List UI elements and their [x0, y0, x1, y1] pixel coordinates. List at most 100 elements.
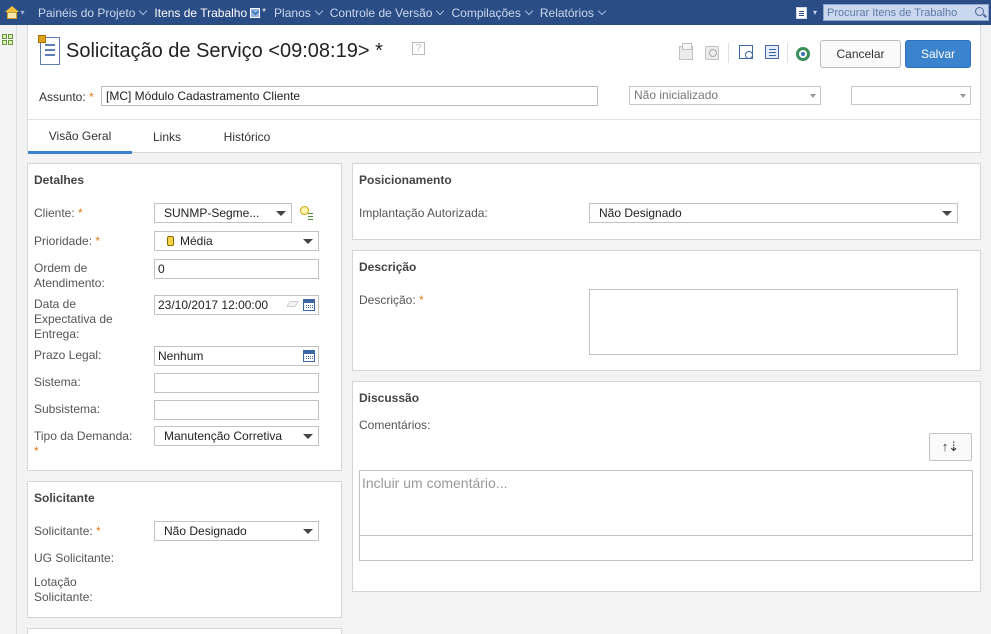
sistema-label: Sistema:: [34, 375, 81, 389]
chevron-down-icon: [597, 6, 607, 15]
chevron-down-icon: [303, 239, 313, 244]
calendar-icon[interactable]: [303, 350, 315, 362]
required-marker: *: [89, 90, 94, 104]
solicitante-label-text: Solicitante:: [34, 524, 93, 538]
next-panel-edge: [27, 628, 342, 634]
dashboard-grid-icon[interactable]: [2, 34, 14, 46]
data-entrega-input[interactable]: 23/10/2017 12:00:00: [154, 295, 319, 315]
chevron-down-icon[interactable]: ▾: [813, 8, 817, 17]
prazo-label: Prazo Legal:: [34, 348, 102, 362]
nav-planos[interactable]: Planos: [274, 5, 323, 20]
lightbulb-icon[interactable]: [299, 206, 313, 221]
nav-label: Painéis do Projeto: [38, 5, 136, 20]
descricao-textarea[interactable]: [589, 289, 958, 355]
eraser-icon[interactable]: [286, 301, 299, 307]
page-title: Solicitação de Serviço <09:08:19> *: [66, 40, 383, 62]
help-icon[interactable]: ?: [412, 42, 425, 55]
subsistema-input[interactable]: [154, 400, 319, 420]
status-select[interactable]: Não inicializado: [629, 86, 821, 105]
home-icon: [5, 5, 20, 20]
chevron-down-icon: [303, 529, 313, 534]
nav-painel-projeto[interactable]: Painéis do Projeto: [38, 5, 148, 20]
data-label-line: Data de: [34, 297, 77, 311]
ordem-input[interactable]: 0: [154, 259, 319, 279]
dropdown-badge-icon[interactable]: [250, 7, 261, 18]
tab-visao-geral[interactable]: Visão Geral: [28, 120, 132, 154]
nav-compilacoes[interactable]: Compilações: [451, 6, 534, 20]
subsistema-label: Subsistema:: [34, 402, 101, 416]
prioridade-label: Prioridade: *: [34, 234, 100, 249]
chevron-down-icon: [810, 94, 816, 98]
save-button[interactable]: Salvar: [905, 40, 971, 68]
toolbar-divider: [787, 43, 788, 63]
priority-medium-icon: [167, 236, 174, 246]
implantacao-label: Implantação Autorizada:: [359, 206, 488, 220]
unsaved-marker: *: [262, 7, 267, 18]
chevron-down-icon: ▾: [20, 8, 25, 17]
prioridade-label-text: Prioridade:: [34, 234, 93, 248]
calendar-icon[interactable]: [303, 299, 315, 311]
tipo-demanda-label: Tipo da Demanda: *: [34, 429, 132, 459]
nav-controle-versao[interactable]: Controle de Versão: [329, 5, 445, 20]
ordem-label-line: Atendimento:: [34, 276, 105, 290]
nav-relatorios[interactable]: Relatórios: [539, 5, 607, 20]
gear-icon[interactable]: [796, 47, 810, 61]
find-related-icon[interactable]: [739, 45, 753, 59]
ug-solicitante-label: UG Solicitante:: [34, 551, 115, 565]
chevron-down-icon: [960, 94, 966, 98]
service-request-icon: [38, 35, 62, 67]
secondary-select[interactable]: [851, 86, 971, 105]
required-marker: *: [419, 293, 424, 307]
implantacao-select[interactable]: Não Designado: [589, 203, 958, 223]
comentarios-label: Comentários:: [359, 418, 431, 432]
prazo-input[interactable]: Nenhum: [154, 346, 319, 366]
subject-input[interactable]: [MC] Módulo Cadastramento Cliente: [101, 86, 598, 106]
tab-links[interactable]: Links: [132, 120, 202, 154]
left-sidebar-strip: [0, 25, 17, 634]
tab-historico[interactable]: Histórico: [202, 120, 292, 154]
search-placeholder: Procurar Itens de Trabalho: [827, 6, 958, 19]
copy-icon[interactable]: [765, 45, 779, 59]
sort-comments-button[interactable]: ↑⇣: [929, 433, 972, 461]
lotacao-label: Lotação Solicitante:: [34, 575, 93, 605]
cancel-button[interactable]: Cancelar: [820, 40, 901, 68]
search-icon[interactable]: [975, 7, 984, 16]
descricao-label: Descrição: *: [359, 293, 424, 308]
description-title: Descrição: [359, 260, 417, 274]
work-item-header: Solicitação de Serviço <09:08:19> * ? Ca…: [27, 25, 981, 154]
nav-itens-trabalho[interactable]: Itens de Trabalho *: [154, 6, 266, 20]
data-entrega-value: 23/10/2017 12:00:00: [158, 298, 269, 312]
print-icon[interactable]: [679, 43, 693, 60]
status-value: Não inicializado: [634, 88, 719, 102]
cliente-select[interactable]: SUNMP-Segme...: [154, 203, 292, 223]
home-menu[interactable]: ▾: [0, 0, 30, 25]
implantacao-value: Não Designado: [599, 206, 682, 220]
chevron-down-icon: [303, 434, 313, 439]
data-label-line: Expectativa de: [34, 312, 113, 326]
descricao-label-text: Descrição:: [359, 293, 416, 307]
nav-label: Planos: [274, 5, 311, 20]
chevron-down-icon: [139, 6, 148, 15]
chevron-down-icon: [276, 211, 286, 216]
search-input[interactable]: Procurar Itens de Trabalho: [823, 4, 989, 21]
ordem-label-line: Ordem de: [34, 261, 88, 275]
chevron-down-icon: [524, 6, 534, 15]
subject-label: Assunto: *: [39, 90, 94, 104]
tipo-demanda-select[interactable]: Manutenção Corretiva: [154, 426, 319, 446]
chevron-down-icon: [942, 211, 952, 216]
solicitante-select[interactable]: Não Designado: [154, 521, 319, 541]
sistema-input[interactable]: [154, 373, 319, 393]
camera-icon[interactable]: [705, 46, 719, 60]
required-marker: *: [95, 234, 101, 248]
cliente-value: SUNMP-Segme...: [164, 206, 260, 220]
comment-input[interactable]: Incluir um comentário...: [359, 470, 973, 561]
ordem-label: Ordem de Atendimento:: [34, 261, 105, 291]
work-item-type-icon[interactable]: [795, 6, 807, 19]
nav-label: Controle de Versão: [329, 5, 433, 20]
data-entrega-label: Data de Expectativa de Entrega:: [34, 297, 113, 342]
nav-search-area: ▾ Procurar Itens de Trabalho: [795, 0, 991, 25]
cliente-label-text: Cliente:: [34, 206, 75, 220]
prioridade-select[interactable]: Média: [154, 231, 319, 251]
nav-label: Relatórios: [539, 5, 594, 20]
data-label-line: Entrega:: [34, 327, 80, 341]
